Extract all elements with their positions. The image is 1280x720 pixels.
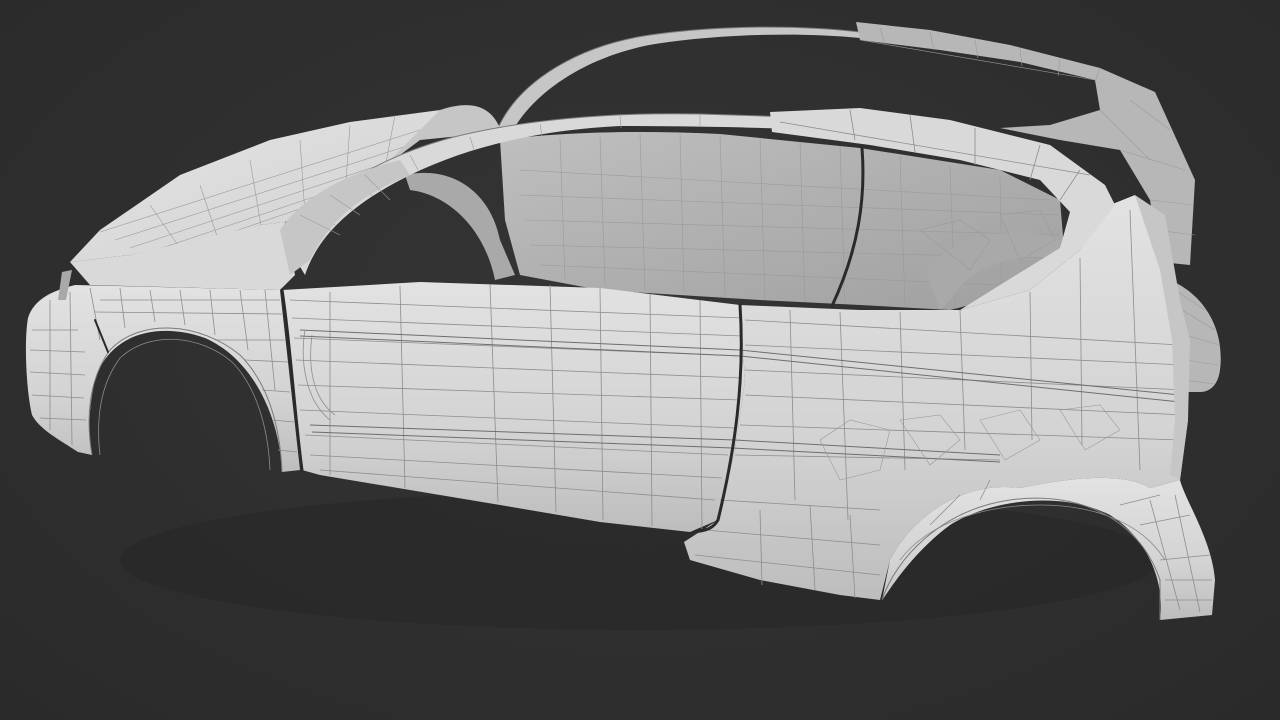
car-mesh-render — [25, 22, 1221, 630]
3d-viewport[interactable] — [0, 0, 1280, 720]
